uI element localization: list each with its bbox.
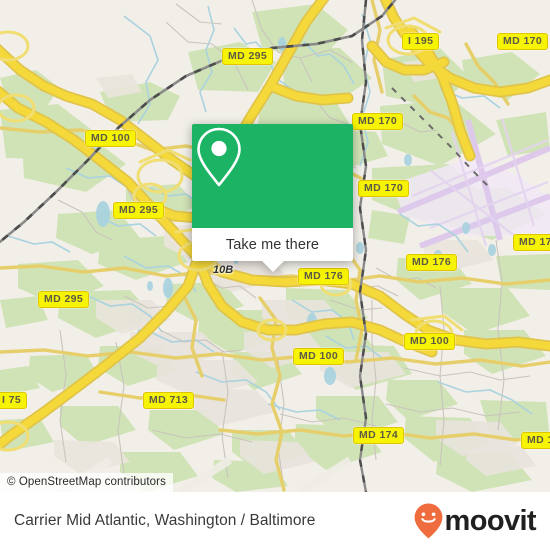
map-canvas[interactable]: MD 295 I 195 MD 170 MD 100 MD 170 MD 170 MD 29…	[0, 0, 550, 492]
road-shield: MD 176	[513, 234, 550, 251]
moovit-wordmark: moovit	[444, 504, 537, 537]
road-shield: MD 100	[85, 130, 137, 147]
road-shield: MD 713	[143, 392, 195, 409]
take-me-there-button[interactable]: Take me there	[226, 237, 319, 253]
road-shield: I 195	[402, 33, 440, 50]
road-shield: MD 170	[358, 180, 410, 197]
moovit-brand[interactable]: moovit	[413, 502, 537, 540]
place-title: Carrier Mid Atlantic, Washington / Balti…	[14, 512, 316, 529]
road-shield: MD 295	[113, 202, 165, 219]
road-shield: MD 176	[406, 254, 458, 271]
popup-header	[192, 124, 353, 228]
road-shield: I 75	[0, 392, 28, 409]
popup-footer[interactable]: Take me there	[192, 228, 353, 261]
road-shield: MD 100	[293, 348, 345, 365]
road-shield: MD 176	[298, 268, 350, 285]
moovit-smiley-pin-icon	[414, 503, 442, 539]
map-pin-icon	[197, 127, 241, 187]
page-footer: Carrier Mid Atlantic, Washington / Balti…	[0, 492, 550, 550]
popup-pointer	[261, 261, 284, 272]
road-shield: MD 295	[38, 291, 90, 308]
map-attribution[interactable]: © OpenStreetMap contributors	[0, 473, 173, 492]
road-shield: MD 174	[353, 427, 405, 444]
moovit-map-screenshot: MD 295 I 195 MD 170 MD 100 MD 170 MD 170 MD 29…	[0, 0, 550, 550]
road-shield: MD 100	[404, 333, 456, 350]
place-popup-card[interactable]: Take me there	[192, 124, 353, 272]
road-shield: MD 170	[497, 33, 549, 50]
road-shield: MD 170	[352, 113, 404, 130]
exit-label: 10B	[213, 264, 234, 276]
road-shield: MD 174	[521, 432, 550, 449]
road-shield: MD 295	[222, 48, 274, 65]
